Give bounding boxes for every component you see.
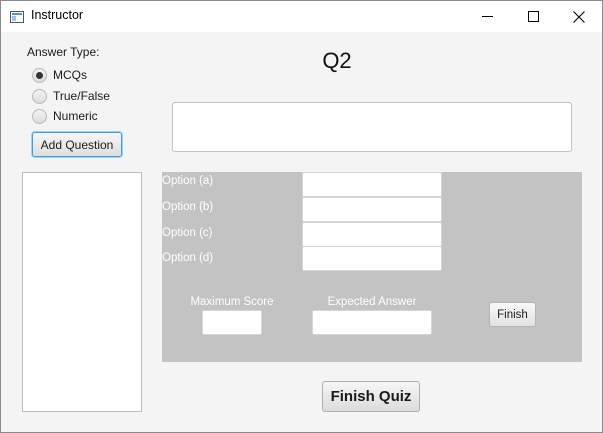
question-text-area[interactable] (172, 102, 572, 152)
option-d-label: Option (d) (162, 252, 214, 264)
maximum-score-input[interactable] (202, 310, 262, 335)
radio-button[interactable] (32, 108, 47, 124)
instructor-window: Instructor Answer Type: MCQs True/False (0, 0, 603, 433)
main-content: Answer Type: MCQs True/False Numeric Add… (1, 32, 602, 432)
radio-button-selected[interactable] (32, 67, 47, 83)
radio-dot-icon (36, 71, 43, 79)
option-d-input[interactable] (302, 246, 442, 271)
question-list[interactable] (22, 172, 142, 412)
maximize-button[interactable] (510, 1, 556, 32)
option-a-label: Option (a) (162, 175, 214, 187)
radio-label: MCQs (53, 68, 87, 82)
close-button[interactable] (556, 1, 602, 32)
option-b-label: Option (b) (162, 201, 214, 213)
minimize-button[interactable] (464, 1, 510, 32)
radio-button[interactable] (32, 88, 47, 104)
java-app-icon (10, 10, 24, 23)
radio-label: Numeric (53, 109, 98, 123)
radio-numeric[interactable]: Numeric (32, 107, 98, 125)
window-title: Instructor (31, 8, 84, 22)
finish-quiz-button[interactable]: Finish Quiz (322, 381, 420, 412)
maximize-icon (527, 11, 539, 22)
close-icon (573, 10, 585, 23)
radio-label: True/False (53, 89, 110, 103)
option-c-label: Option (c) (162, 227, 213, 239)
option-b-input[interactable] (302, 197, 442, 222)
title-bar[interactable]: Instructor (1, 1, 602, 32)
expected-answer-label: Expected Answer (327, 296, 417, 308)
radio-true-false[interactable]: True/False (32, 87, 110, 105)
radio-mcqs[interactable]: MCQs (32, 66, 87, 84)
answer-type-label: Answer Type: (27, 45, 100, 59)
add-question-button[interactable]: Add Question (32, 132, 122, 157)
options-panel: Option (a) Option (b) Option (c) Option … (162, 172, 582, 362)
minimize-icon (481, 11, 493, 22)
maximum-score-label: Maximum Score (190, 296, 274, 308)
finish-button[interactable]: Finish (489, 302, 536, 327)
question-heading: Q2 (322, 48, 352, 73)
option-a-input[interactable] (302, 172, 442, 197)
option-c-input[interactable] (302, 222, 442, 247)
expected-answer-input[interactable] (312, 310, 432, 335)
